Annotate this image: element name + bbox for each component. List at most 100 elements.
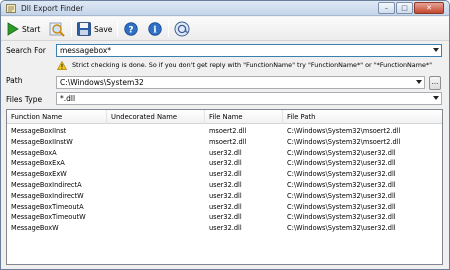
function-name-cell: MessageBoxIInstW [11, 137, 73, 146]
table-row[interactable]: MessageBoxTimeoutA user32.dll C:\Windows\S… [7, 202, 442, 213]
file-path-cell: C:\Windows\System32\user32.dll [287, 181, 396, 189]
file-path-cell: C:\Windows\System32\user32.dll [287, 224, 396, 233]
warning-text: Strict checking is done. So if you don't… [72, 61, 433, 69]
save-button[interactable]: Save [77, 20, 112, 38]
table-row[interactable]: MessageBoxW user32.dll C:\Windows\System32… [7, 223, 442, 234]
undecorated-name-cell [107, 126, 205, 137]
function-name-cell: MessageBoxW [11, 224, 59, 233]
table-row[interactable]: MessageBoxIInst msoert2.dll C:\Windows\Sys… [7, 126, 442, 137]
function-name-cell: MessageBoxTimeoutA [11, 202, 84, 211]
undecorated-name-cell [107, 148, 205, 159]
minimize-button[interactable]: – [378, 2, 395, 14]
save-icon [77, 22, 91, 36]
function-name-cell: MessageBoxIndirectW [11, 191, 84, 200]
table-row[interactable]: MessageBoxIndirectW user32.dll C:\Windows\… [7, 191, 442, 202]
function-name-cell: MessageBoxIInst [11, 127, 67, 135]
undecorated-name-cell [107, 158, 205, 169]
file-name-cell: user32.dll [209, 148, 242, 157]
toolbar-separator [117, 21, 118, 37]
file-path-cell: C:\Windows\System32\user32.dll [287, 159, 396, 168]
maximize-icon: □ [401, 4, 408, 12]
function-name-cell: MessageBoxExW [11, 170, 67, 179]
file-path-cell: C:\Windows\System32\msoert2.dll [287, 127, 401, 135]
play-icon [7, 22, 19, 36]
start-button-label: Start [22, 24, 41, 34]
web-icon [174, 21, 190, 37]
function-name-cell: MessageBoxTimeoutW [11, 213, 86, 222]
function-name-cell: MessageBoxA [11, 148, 57, 157]
chevron-down-icon[interactable] [416, 80, 422, 84]
close-button[interactable]: ✕ [414, 2, 444, 14]
file-name-cell: msoert2.dll [209, 137, 247, 146]
maximize-button[interactable]: □ [396, 2, 413, 14]
file-path-cell: C:\Windows\System32\user32.dll [287, 170, 396, 179]
table-row[interactable]: MessageBoxExW user32.dll C:\Windows\System… [7, 169, 442, 180]
title-bar[interactable]: Dll Export Finder – □ ✕ [1, 1, 449, 16]
file-path-cell: C:\Windows\System32\user32.dll [287, 148, 396, 157]
start-button[interactable]: Start [7, 20, 40, 38]
toolbar-separator [71, 21, 72, 37]
path-input[interactable]: C:\Windows\System32 [56, 76, 425, 89]
toolbar: Start Save ? i [1, 17, 449, 41]
undecorated-name-cell [107, 223, 205, 234]
save-button-label: Save [94, 24, 113, 34]
window-title: Dll Export Finder [21, 4, 84, 13]
table-row[interactable]: MessageBoxIndirectA user32.dll C:\Windows\… [7, 180, 442, 191]
minimize-icon: – [384, 4, 389, 12]
table-row[interactable]: MessageBoxA user32.dll C:\Windows\System32… [7, 148, 442, 159]
results-table[interactable]: Function Name Undecorated Name File Name… [6, 109, 443, 265]
file-path-cell: C:\Windows\System32\user32.dll [287, 191, 396, 200]
svg-text:?: ? [128, 25, 133, 35]
help-button[interactable]: ? [124, 20, 138, 38]
function-name-cell: MessageBoxExA [11, 159, 65, 168]
undecorated-name-cell [107, 180, 205, 191]
warning-message: Strict checking is done. So if you don't… [57, 60, 432, 70]
file-name-cell: user32.dll [209, 213, 242, 222]
files-type-select[interactable]: *.dll [56, 92, 442, 105]
undecorated-name-cell [107, 169, 205, 180]
search-input[interactable]: messagebox* [56, 44, 442, 57]
table-header: Function Name Undecorated Name File Name… [7, 110, 442, 124]
file-name-cell: user32.dll [209, 170, 242, 179]
file-path-cell: C:\Windows\System32\user32.dll [287, 213, 396, 222]
app-icon [6, 4, 16, 13]
path-label: Path [6, 76, 23, 85]
search-label: Search For [6, 46, 46, 55]
column-header-file-path[interactable]: File Path [283, 110, 442, 124]
find-button[interactable] [49, 20, 65, 38]
web-button[interactable] [174, 20, 190, 38]
find-icon [49, 22, 65, 37]
file-name-cell: user32.dll [209, 202, 242, 211]
info-button[interactable]: i [148, 20, 162, 38]
table-row[interactable]: MessageBoxExA user32.dll C:\Windows\System… [7, 158, 442, 169]
files-type-label: Files Type [6, 95, 43, 104]
file-name-cell: user32.dll [209, 181, 242, 189]
chevron-down-icon[interactable] [433, 96, 439, 100]
undecorated-name-cell [107, 191, 205, 202]
browse-button[interactable]: ... [429, 76, 441, 90]
app-window: Dll Export Finder – □ ✕ Start Save ? i S… [0, 0, 450, 270]
function-name-cell: MessageBoxIndirectA [11, 181, 82, 189]
file-path-cell: C:\Windows\System32\user32.dll [287, 202, 396, 211]
close-icon: ✕ [426, 4, 432, 12]
column-header-function-name[interactable]: Function Name [7, 110, 107, 124]
column-header-undecorated-name[interactable]: Undecorated Name [107, 110, 205, 124]
info-icon: i [148, 22, 162, 36]
chevron-down-icon[interactable] [433, 48, 439, 52]
undecorated-name-cell [107, 212, 205, 223]
warning-icon [57, 60, 67, 70]
column-header-file-name[interactable]: File Name [205, 110, 283, 124]
file-path-cell: C:\Windows\System32\msoert2.dll [287, 137, 401, 146]
file-name-cell: user32.dll [209, 159, 242, 168]
window-controls: – □ ✕ [377, 2, 444, 14]
file-name-cell: user32.dll [209, 224, 242, 233]
undecorated-name-cell [107, 202, 205, 213]
file-name-cell: msoert2.dll [209, 127, 247, 135]
table-row[interactable]: MessageBoxTimeoutW user32.dll C:\Windows\S… [7, 212, 442, 223]
file-name-cell: user32.dll [209, 191, 242, 200]
search-value: messagebox* [60, 46, 112, 55]
path-value: C:\Windows\System32 [60, 78, 144, 87]
table-row[interactable]: MessageBoxIInstW msoert2.dll C:\Windows\Sy… [7, 137, 442, 148]
svg-text:i: i [153, 26, 157, 36]
toolbar-separator [168, 21, 169, 37]
